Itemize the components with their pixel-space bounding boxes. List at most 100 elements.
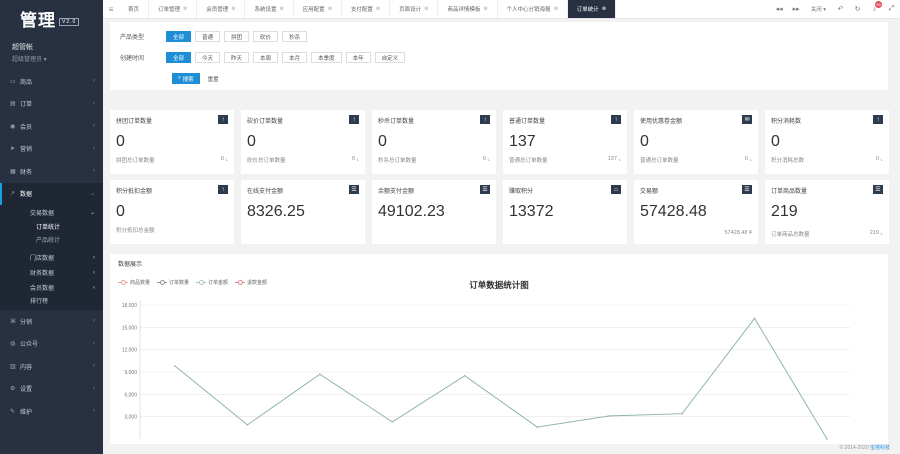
sidebar-item-distribution[interactable]: ⌘ 分销 ‹	[0, 310, 103, 333]
sidebar-item-content[interactable]: ▥ 内容 ‹	[0, 355, 103, 378]
sidebar-item-finance[interactable]: ▦ 财务 ‹	[0, 160, 103, 183]
tab-close-icon[interactable]: ⊗	[231, 6, 235, 12]
type-filter-group[interactable]: 拼团	[224, 31, 250, 42]
submenu-item-member-data[interactable]: 会员数据 ‹	[0, 280, 103, 295]
arrow-up-icon: ↑	[873, 115, 883, 124]
tab-poster[interactable]: 个人中心分销海报 ⊗	[498, 0, 568, 18]
tab-page-design[interactable]: 页面设计 ⊗	[390, 0, 439, 18]
mini-chart-icon: ⌞	[880, 156, 883, 162]
tab-home[interactable]: 首页	[119, 0, 150, 18]
fullscreen-icon[interactable]: ⤢	[883, 5, 900, 13]
sidebar-item-label: 营销	[20, 147, 33, 154]
chevron-right-icon: ‹	[93, 254, 95, 261]
tab-close-icon[interactable]: ⊗	[183, 6, 187, 12]
sidebar-item-data[interactable]: ↗ 数据 ⌄	[0, 182, 103, 205]
tab-close-icon[interactable]: ⊗	[602, 6, 606, 12]
arrow-up-icon: ↑	[218, 115, 228, 124]
tab-order-stats[interactable]: 订单统计 ⊗	[567, 0, 616, 18]
tab-product-template[interactable]: 商品详情模板 ⊗	[438, 0, 498, 18]
sidebar-item-members[interactable]: ◉ 会员 ‹	[0, 115, 103, 138]
tab-close-icon[interactable]: ⊗	[483, 6, 487, 12]
sidebar-item-goods[interactable]: ▭ 商品 ‹	[0, 70, 103, 93]
stat-title: 赚取积分	[509, 189, 534, 195]
user-panel[interactable]: 超管帐 超级管理员 ▾	[0, 36, 103, 63]
scroll-left-icon[interactable]: ◂◂	[771, 5, 788, 13]
stat-value: 0	[771, 133, 780, 150]
stat-card-points-deduct: 积分抵扣金额 ↑ 0 积分抵扣总金额	[110, 180, 234, 244]
chart-panel: 数据展示 商品数量 订单数量 订单金额 退款金额 订单数据统计图 3,000 6,…	[110, 254, 888, 444]
back-icon[interactable]: ↶	[832, 5, 849, 13]
tab-pay-config[interactable]: 支付配置 ⊗	[342, 0, 391, 18]
submenu-item-order-stats[interactable]: 订单统计	[0, 220, 103, 233]
chevron-right-icon: ‹	[93, 100, 95, 107]
stat-card-normal-orders: 普通订单数量 ↑ 137 普通总订单数量 137 ⌞	[503, 110, 627, 174]
reset-button[interactable]: 重置	[208, 75, 219, 83]
time-filter-all[interactable]: 全部	[166, 52, 192, 63]
type-filter-seckill[interactable]: 秒杀	[282, 31, 308, 42]
time-filter-custom[interactable]: 自定义	[374, 52, 406, 63]
type-filter-bargain[interactable]: 砍价	[253, 31, 279, 42]
submenu-item-ranking[interactable]: 排行榜	[0, 295, 103, 310]
sidebar-item-label: 内容	[20, 364, 33, 371]
stat-card-points-used: 积分消耗数 ↑ 0 积分消耗总数 0 ⌞	[765, 110, 889, 174]
tab-close-icon[interactable]: ⊗	[424, 6, 428, 12]
stat-title: 订单商品数量	[771, 189, 808, 195]
tab-order-manage[interactable]: 订单管理 ⊗	[149, 0, 198, 18]
chevron-right-icon: ‹	[93, 123, 95, 130]
scroll-right-icon[interactable]: ▸▸	[788, 5, 805, 13]
data-point	[753, 317, 756, 320]
mini-chart-icon: ⌞	[618, 156, 621, 162]
tab-system-settings[interactable]: 系统设置 ⊗	[245, 0, 294, 18]
time-filter-month[interactable]: 本月	[282, 52, 308, 63]
submenu-item-store-data[interactable]: 门店数据 ‹	[0, 250, 103, 265]
y-tick-label: 18,000	[122, 303, 138, 309]
notification-bell-icon[interactable]: ♪ 99	[866, 0, 883, 13]
chevron-right-icon: ‹	[93, 340, 95, 347]
time-filter-yesterday[interactable]: 昨天	[224, 52, 250, 63]
tab-close-icon[interactable]: ⊗	[554, 6, 558, 12]
submenu-item-product-stats[interactable]: 产品统计	[0, 233, 103, 246]
app-logo[interactable]: 管理 V2.0	[0, 0, 103, 36]
mini-chart-icon: ⌞	[749, 156, 752, 162]
time-filter-today[interactable]: 今天	[195, 52, 221, 63]
sidebar-menu: ▭ 商品 ‹ ▤ 订单 ‹ ◉ 会员 ‹ ➤ 营销 ‹ ▦ 财务 ‹ ↗ 数据 …	[0, 70, 103, 423]
box-icon: ▭	[10, 78, 16, 85]
refresh-icon[interactable]: ↻	[849, 5, 866, 13]
menu-toggle-icon[interactable]: ≡	[103, 0, 119, 18]
submenu-data: 交易数据 ⌄ 订单统计 产品统计 门店数据 ‹ 财务数据 ‹ 会员数据 ‹ 排行…	[0, 205, 103, 310]
time-filter-year[interactable]: 本年	[345, 52, 371, 63]
tab-close-icon[interactable]: ⊗	[376, 6, 380, 12]
tab-member-manage[interactable]: 会员管理 ⊗	[197, 0, 246, 18]
tab-close-icon[interactable]: ⊗	[279, 6, 283, 12]
wrench-icon: ✎	[10, 408, 16, 415]
filter-panel: 产品类型 全部 普通 拼团 砍价 秒杀 创建时间 全部 今天 昨天 本周 本月 …	[110, 22, 888, 90]
time-filter-week[interactable]: 本周	[253, 52, 279, 63]
search-button[interactable]: ⌕ 搜索	[172, 73, 200, 84]
list-icon: ☰	[480, 185, 490, 194]
mini-chart-icon: ⌞	[356, 156, 359, 162]
type-filter-normal[interactable]: 普通	[195, 31, 221, 42]
tab-close-icon[interactable]: ⊗	[328, 6, 332, 12]
sidebar-item-marketing[interactable]: ➤ 营销 ‹	[0, 138, 103, 161]
sidebar-item-wechat[interactable]: ◍ 公众号 ‹	[0, 333, 103, 356]
sidebar-item-maintenance[interactable]: ✎ 维护 ‹	[0, 400, 103, 423]
stat-foot: 积分抵扣总金额	[116, 228, 155, 234]
tab-app-config[interactable]: 应用配置 ⊗	[294, 0, 342, 18]
time-filter-quarter[interactable]: 本季度	[311, 52, 342, 63]
sidebar-item-label: 数据	[20, 192, 33, 199]
chevron-right-icon: ‹	[93, 269, 95, 276]
stat-title: 积分抵扣金额	[116, 189, 153, 195]
stat-title: 使用优惠卷金额	[640, 119, 683, 125]
stat-foot: 砍价总订单数量	[247, 158, 286, 164]
sidebar-item-settings[interactable]: ⚙ 设置 ‹	[0, 378, 103, 401]
type-filter-all[interactable]: 全部	[166, 31, 192, 42]
stat-title: 普通订单数量	[509, 119, 546, 125]
sidebar-item-orders[interactable]: ▤ 订单 ‹	[0, 93, 103, 116]
filter-label: 产品类型	[120, 35, 145, 41]
close-tabs-dropdown[interactable]: 关闭 ▾	[805, 5, 832, 13]
mini-chart-icon: ⌞	[487, 156, 490, 162]
data-point	[319, 373, 321, 376]
submenu-item-trade-data[interactable]: 交易数据 ⌄	[0, 205, 103, 220]
submenu-item-finance-data[interactable]: 财务数据 ‹	[0, 265, 103, 280]
stat-value: 49102.23	[378, 203, 445, 220]
